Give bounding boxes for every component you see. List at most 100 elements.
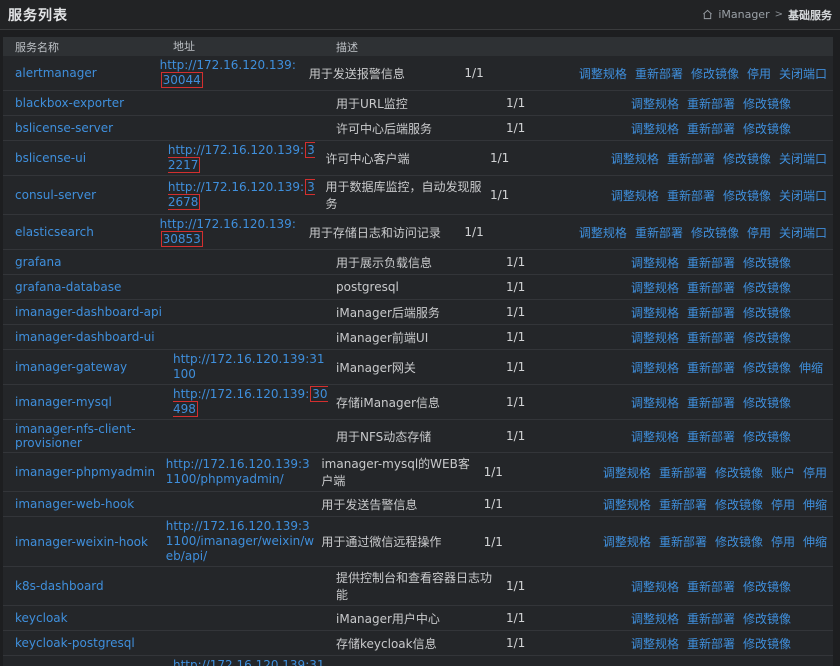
action-modify-image[interactable]: 修改镜像 bbox=[743, 635, 791, 652]
action-modify-image[interactable]: 修改镜像 bbox=[743, 279, 791, 296]
action-redeploy[interactable]: 重新部署 bbox=[635, 224, 683, 241]
action-redeploy[interactable]: 重新部署 bbox=[687, 359, 735, 376]
service-address-link[interactable]: http://172.16.120.139:32217 bbox=[168, 143, 315, 172]
action-redeploy[interactable]: 重新部署 bbox=[659, 496, 707, 513]
action-modify-image[interactable]: 修改镜像 bbox=[743, 428, 791, 445]
service-name-link[interactable]: imanager-phpmyadmin bbox=[15, 465, 155, 479]
action-redeploy[interactable]: 重新部署 bbox=[687, 304, 735, 321]
action-modify-image[interactable]: 修改镜像 bbox=[743, 359, 791, 376]
action-redeploy[interactable]: 重新部署 bbox=[687, 428, 735, 445]
action-redeploy[interactable]: 重新部署 bbox=[667, 150, 715, 167]
service-address-link[interactable]: http://172.16.120.139:31100 bbox=[173, 352, 325, 381]
service-name-link[interactable]: imanager-mysql bbox=[15, 395, 112, 409]
action-adjust-spec[interactable]: 调整规格 bbox=[603, 496, 651, 513]
service-address-link[interactable]: http://172.16.120.139:30853 bbox=[160, 217, 296, 246]
service-address-link[interactable]: http://172.16.120.139:30044 bbox=[160, 58, 296, 87]
action-modify-image[interactable]: 修改镜像 bbox=[743, 120, 791, 137]
action-modify-image[interactable]: 修改镜像 bbox=[743, 329, 791, 346]
action-modify-image[interactable]: 修改镜像 bbox=[743, 610, 791, 627]
action-redeploy[interactable]: 重新部署 bbox=[659, 533, 707, 550]
action-adjust-spec[interactable]: 调整规格 bbox=[611, 150, 659, 167]
action-account[interactable]: 账户 bbox=[771, 464, 795, 481]
action-redeploy[interactable]: 重新部署 bbox=[687, 95, 735, 112]
home-icon[interactable] bbox=[702, 9, 713, 20]
action-close-port[interactable]: 关闭端口 bbox=[779, 150, 827, 167]
service-name-link[interactable]: keycloak-postgresql bbox=[15, 636, 135, 650]
service-name-link[interactable]: k8s-dashboard bbox=[15, 579, 104, 593]
action-redeploy[interactable]: 重新部署 bbox=[687, 254, 735, 271]
action-close-port[interactable]: 关闭端口 bbox=[779, 65, 827, 82]
action-redeploy[interactable]: 重新部署 bbox=[635, 65, 683, 82]
action-disable[interactable]: 停用 bbox=[771, 533, 795, 550]
action-redeploy[interactable]: 重新部署 bbox=[687, 394, 735, 411]
action-redeploy[interactable]: 重新部署 bbox=[667, 187, 715, 204]
service-name-link[interactable]: grafana-database bbox=[15, 280, 121, 294]
service-name-link[interactable]: keycloak bbox=[15, 611, 68, 625]
service-name-link[interactable]: alertmanager bbox=[15, 66, 97, 80]
action-adjust-spec[interactable]: 调整规格 bbox=[603, 464, 651, 481]
action-modify-image[interactable]: 修改镜像 bbox=[743, 304, 791, 321]
action-adjust-spec[interactable]: 调整规格 bbox=[611, 187, 659, 204]
action-modify-image[interactable]: 修改镜像 bbox=[723, 187, 771, 204]
action-adjust-spec[interactable]: 调整规格 bbox=[631, 428, 679, 445]
service-address-link[interactable]: http://172.16.120.139:31100/manager/kiba… bbox=[173, 658, 325, 666]
action-adjust-spec[interactable]: 调整规格 bbox=[631, 394, 679, 411]
action-adjust-spec[interactable]: 调整规格 bbox=[603, 533, 651, 550]
action-scale[interactable]: 伸缩 bbox=[803, 533, 827, 550]
service-address-link[interactable]: http://172.16.120.139:31100/imanager/wei… bbox=[166, 519, 314, 563]
service-address-link[interactable]: http://172.16.120.139:31100/phpmyadmin/ bbox=[166, 457, 310, 486]
service-name-link[interactable]: imanager-dashboard-ui bbox=[15, 330, 155, 344]
service-name-link[interactable]: imanager-weixin-hook bbox=[15, 535, 148, 549]
service-name-link[interactable]: bslicense-ui bbox=[15, 151, 86, 165]
action-modify-image[interactable]: 修改镜像 bbox=[723, 150, 771, 167]
action-adjust-spec[interactable]: 调整规格 bbox=[631, 304, 679, 321]
service-name-link[interactable]: imanager-dashboard-api bbox=[15, 305, 162, 319]
action-scale[interactable]: 伸缩 bbox=[803, 496, 827, 513]
action-redeploy[interactable]: 重新部署 bbox=[687, 635, 735, 652]
action-redeploy[interactable]: 重新部署 bbox=[687, 120, 735, 137]
action-modify-image[interactable]: 修改镜像 bbox=[743, 254, 791, 271]
action-modify-image[interactable]: 修改镜像 bbox=[743, 95, 791, 112]
action-disable[interactable]: 停用 bbox=[803, 464, 827, 481]
action-adjust-spec[interactable]: 调整规格 bbox=[631, 359, 679, 376]
action-redeploy[interactable]: 重新部署 bbox=[687, 279, 735, 296]
action-modify-image[interactable]: 修改镜像 bbox=[691, 65, 739, 82]
action-modify-image[interactable]: 修改镜像 bbox=[691, 224, 739, 241]
service-name-link[interactable]: elasticsearch bbox=[15, 225, 94, 239]
action-disable[interactable]: 停用 bbox=[747, 224, 771, 241]
breadcrumb-item-imanager[interactable]: iManager bbox=[718, 8, 769, 21]
service-name-link[interactable]: consul-server bbox=[15, 188, 96, 202]
service-address-link[interactable]: http://172.16.120.139:30498 bbox=[173, 387, 328, 416]
service-name-link[interactable]: grafana bbox=[15, 255, 61, 269]
action-disable[interactable]: 停用 bbox=[771, 496, 795, 513]
service-name-link[interactable]: imanager-nfs-client-provisioner bbox=[15, 422, 136, 450]
action-adjust-spec[interactable]: 调整规格 bbox=[631, 254, 679, 271]
action-modify-image[interactable]: 修改镜像 bbox=[715, 464, 763, 481]
action-redeploy[interactable]: 重新部署 bbox=[687, 578, 735, 595]
action-disable[interactable]: 停用 bbox=[747, 65, 771, 82]
action-redeploy[interactable]: 重新部署 bbox=[687, 329, 735, 346]
action-adjust-spec[interactable]: 调整规格 bbox=[631, 279, 679, 296]
service-name-link[interactable]: bslicense-server bbox=[15, 121, 113, 135]
action-adjust-spec[interactable]: 调整规格 bbox=[579, 65, 627, 82]
action-close-port[interactable]: 关闭端口 bbox=[779, 224, 827, 241]
action-adjust-spec[interactable]: 调整规格 bbox=[631, 578, 679, 595]
action-close-port[interactable]: 关闭端口 bbox=[779, 187, 827, 204]
service-name-link[interactable]: imanager-web-hook bbox=[15, 497, 134, 511]
action-modify-image[interactable]: 修改镜像 bbox=[743, 394, 791, 411]
action-adjust-spec[interactable]: 调整规格 bbox=[631, 610, 679, 627]
service-name-link[interactable]: imanager-gateway bbox=[15, 360, 127, 374]
action-adjust-spec[interactable]: 调整规格 bbox=[631, 120, 679, 137]
action-modify-image[interactable]: 修改镜像 bbox=[715, 496, 763, 513]
action-adjust-spec[interactable]: 调整规格 bbox=[579, 224, 627, 241]
action-modify-image[interactable]: 修改镜像 bbox=[743, 578, 791, 595]
action-adjust-spec[interactable]: 调整规格 bbox=[631, 635, 679, 652]
action-adjust-spec[interactable]: 调整规格 bbox=[631, 329, 679, 346]
action-modify-image[interactable]: 修改镜像 bbox=[715, 533, 763, 550]
service-name-link[interactable]: blackbox-exporter bbox=[15, 96, 124, 110]
action-redeploy[interactable]: 重新部署 bbox=[687, 610, 735, 627]
action-adjust-spec[interactable]: 调整规格 bbox=[631, 95, 679, 112]
action-scale[interactable]: 伸缩 bbox=[799, 359, 823, 376]
service-address-link[interactable]: http://172.16.120.139:32678 bbox=[168, 180, 315, 209]
action-redeploy[interactable]: 重新部署 bbox=[659, 464, 707, 481]
